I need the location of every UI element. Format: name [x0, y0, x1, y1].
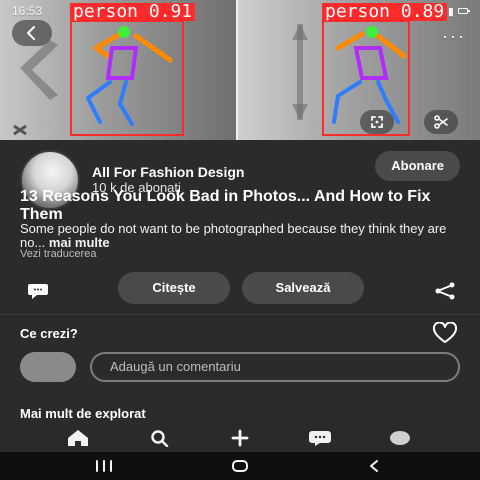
home-button-icon[interactable]	[228, 458, 252, 474]
pin-actions: Citește Salvează	[0, 272, 480, 312]
share-icon[interactable]	[434, 282, 456, 300]
bottom-nav	[0, 424, 480, 452]
save-button[interactable]: Salvează	[242, 272, 364, 304]
recent-apps-icon[interactable]	[92, 458, 116, 474]
home-icon[interactable]	[64, 429, 92, 447]
pin-image[interactable]: 16:53 ▮▮▮	[0, 0, 480, 140]
detection-label-1-class: person	[73, 1, 139, 22]
more-options-icon[interactable]: ···	[442, 26, 466, 47]
chevron-left-icon	[27, 26, 35, 40]
detection-label-1: person 0.91	[70, 1, 196, 22]
messages-icon[interactable]	[306, 429, 334, 447]
system-navigation	[0, 452, 480, 480]
back-nav-icon[interactable]	[362, 458, 386, 474]
author-name[interactable]: All For Fashion Design	[92, 164, 244, 180]
follow-button[interactable]: Abonare	[375, 151, 460, 181]
heart-icon[interactable]	[432, 322, 458, 344]
comments-title: Ce crezi?	[20, 326, 78, 341]
pin-description: Some people do not want to be photograph…	[20, 222, 460, 250]
left-x-decoration	[13, 124, 27, 136]
comment-avatar	[20, 352, 76, 382]
section-divider	[0, 314, 480, 315]
chat-icon[interactable]	[26, 282, 50, 300]
crop-button[interactable]	[360, 110, 394, 134]
search-icon[interactable]	[146, 429, 174, 447]
plus-icon[interactable]	[226, 429, 254, 447]
back-button[interactable]	[12, 20, 52, 46]
detection-label-1-score: 0.91	[148, 1, 193, 22]
right-arrow-up	[292, 24, 308, 40]
scissors-button[interactable]	[424, 110, 458, 134]
translate-link[interactable]: Vezi traducerea	[20, 248, 96, 260]
crop-icon	[371, 116, 383, 128]
right-arrow-down	[292, 104, 308, 120]
comment-row: Adaugă un comentariu	[20, 352, 460, 382]
pin-title: 13 Reasons You Look Bad in Photos... And…	[20, 188, 431, 223]
read-button[interactable]: Citește	[118, 272, 230, 304]
detection-label-2-class: person	[325, 1, 391, 22]
comment-input[interactable]: Adaugă un comentariu	[90, 352, 460, 382]
detection-label-2-score: 0.89	[400, 1, 445, 22]
explore-title: Mai mult de explorat	[20, 406, 146, 421]
pin-screen: 16:53 ▮▮▮	[0, 0, 480, 480]
profile-icon[interactable]	[386, 429, 414, 447]
scissors-icon	[434, 115, 448, 129]
detection-box-1	[70, 20, 184, 136]
left-chevron-decoration	[20, 40, 58, 100]
detection-label-2: person 0.89	[322, 1, 448, 22]
